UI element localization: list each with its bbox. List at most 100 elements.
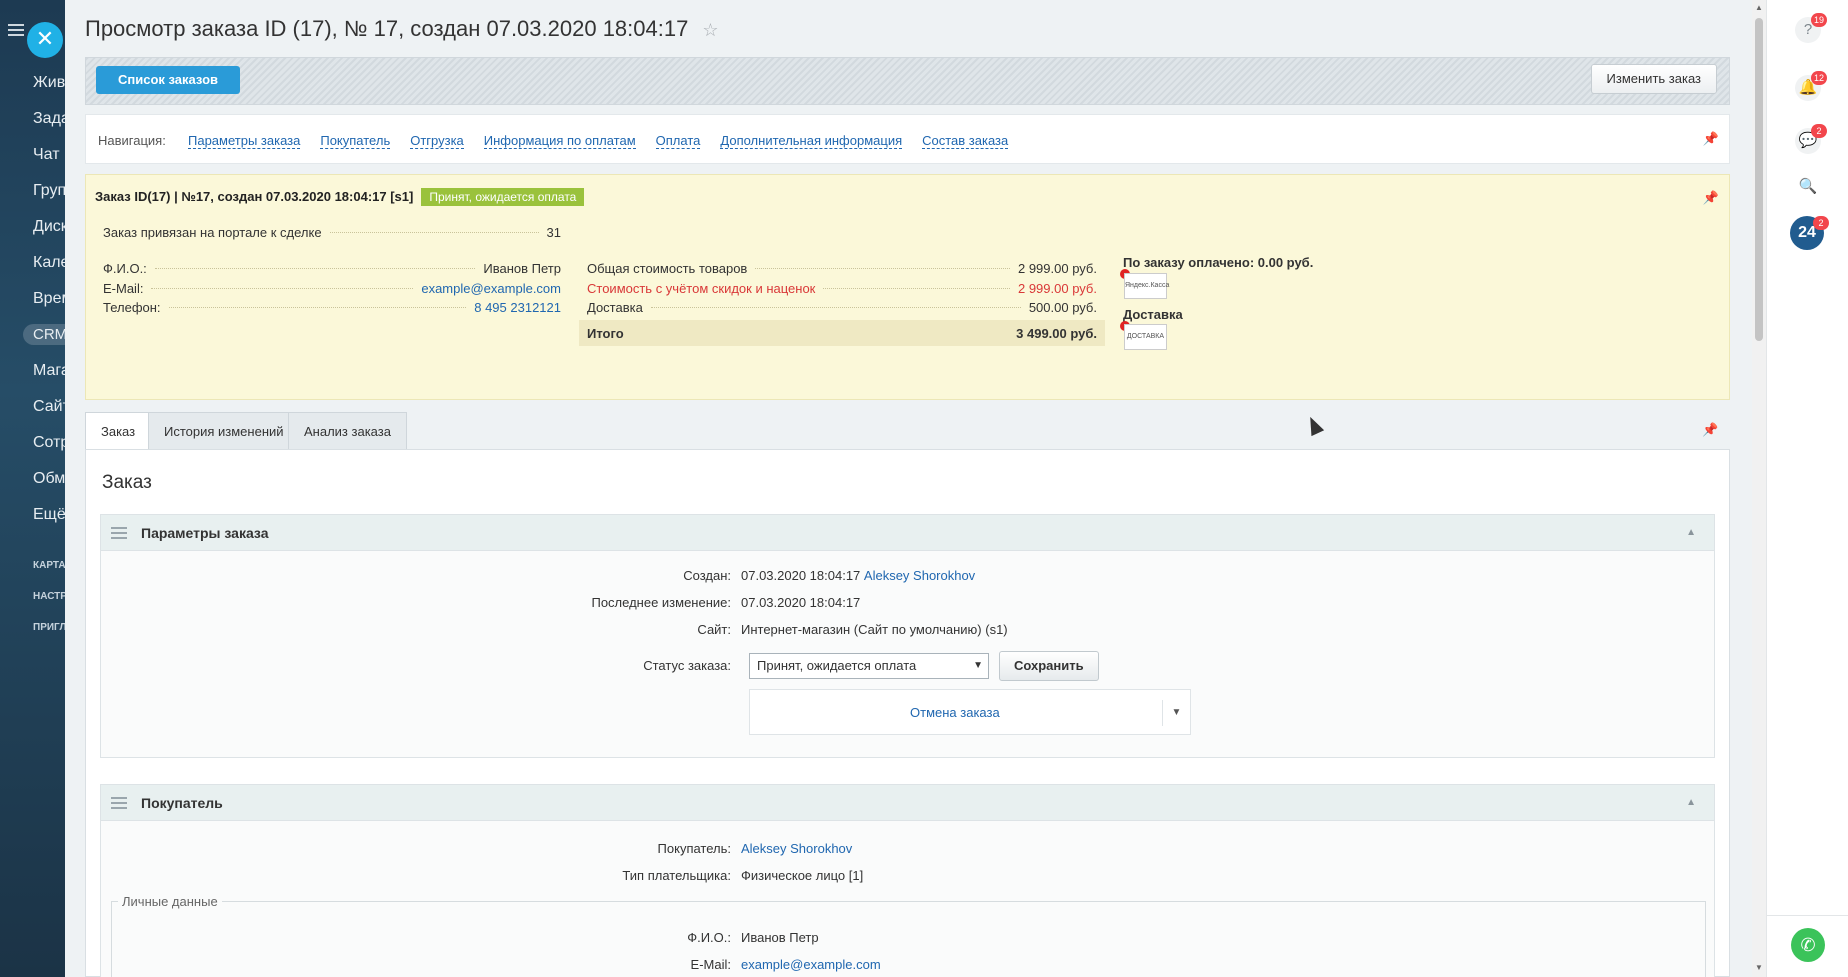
- sidebar-item[interactable]: Мага: [33, 362, 65, 380]
- mouse-cursor-icon: [1303, 413, 1325, 437]
- section-header[interactable]: Покупатель ▲: [101, 785, 1714, 821]
- phone-link[interactable]: 8 495 2312121: [474, 300, 561, 315]
- sidebar-item-more[interactable]: Ещё: [33, 506, 65, 524]
- bitrix24-badge: 2: [1813, 216, 1829, 230]
- nav-link-order-params[interactable]: Параметры заказа: [188, 133, 301, 149]
- tab-history[interactable]: История изменений: [148, 412, 300, 449]
- chevron-down-icon[interactable]: ▼: [1162, 700, 1190, 726]
- scroll-down-icon[interactable]: ▼: [1755, 963, 1763, 972]
- created-user-link[interactable]: Aleksey Shorokhov: [864, 568, 975, 583]
- sidebar-item[interactable]: Кале: [33, 254, 65, 272]
- section-header[interactable]: Параметры заказа ▲: [101, 515, 1714, 551]
- tab-order[interactable]: Заказ: [85, 412, 152, 450]
- close-slider-button[interactable]: ✕: [27, 22, 63, 58]
- order-summary: Заказ ID(17) | №17, создан 07.03.2020 18…: [85, 174, 1730, 400]
- buyer-email-label: E-Mail:: [690, 957, 731, 972]
- buyer-fio-label: Ф.И.О.:: [687, 930, 731, 945]
- drag-handle-icon[interactable]: [111, 527, 127, 542]
- created-value: 07.03.2020 18:04:17: [741, 568, 861, 583]
- total-value: 3 499.00 руб.: [1016, 326, 1097, 341]
- page-title-text: Просмотр заказа ID (17), № 17, создан 07…: [85, 16, 689, 41]
- email-row: E-Mail: example@example.com: [103, 281, 561, 296]
- created-label: Создан:: [683, 568, 731, 583]
- email-link[interactable]: example@example.com: [421, 281, 561, 296]
- sidebar-item[interactable]: Обм: [33, 470, 65, 488]
- content-heading: Заказ: [102, 472, 152, 493]
- modified-label: Последнее изменение:: [591, 595, 731, 610]
- sidebar-link[interactable]: КАРТА: [33, 560, 65, 571]
- sidebar-item[interactable]: Жив: [33, 74, 65, 92]
- scroll-up-icon[interactable]: ▲: [1755, 3, 1763, 12]
- payer-type-row: Тип плательщика: Физическое лицо [1]: [101, 868, 863, 883]
- buyer-email-link[interactable]: example@example.com: [741, 957, 881, 972]
- star-icon[interactable]: ☆: [702, 20, 718, 40]
- sidebar-link[interactable]: НАСТР: [33, 591, 65, 602]
- edit-order-button[interactable]: Изменить заказ: [1590, 64, 1717, 94]
- tab-content: Заказ Параметры заказа ▲ Создан: 07.03.2…: [85, 449, 1730, 977]
- status-badge: Принят, ожидается оплата: [421, 188, 585, 206]
- total-row: Итого 3 499.00 руб.: [579, 320, 1105, 346]
- delivery-row: Доставка 500.00 руб.: [587, 300, 1097, 315]
- section-title: Покупатель: [141, 795, 223, 811]
- site-label: Сайт:: [697, 622, 731, 637]
- main-panel: Просмотр заказа ID (17), № 17, создан 07…: [65, 0, 1752, 977]
- status-select[interactable]: Принят, ожидается оплата ▼: [749, 653, 989, 679]
- collapse-icon[interactable]: ▲: [1686, 527, 1696, 538]
- goods-value: 2 999.00 руб.: [1017, 261, 1097, 276]
- pin-icon[interactable]: 📌: [1703, 131, 1719, 147]
- discount-value: 2 999.00 руб.: [1017, 281, 1097, 296]
- cancel-order-box: Отмена заказа ▼: [749, 689, 1191, 735]
- toolbar: Список заказов Изменить заказ: [85, 57, 1730, 105]
- delivery-label: Доставка: [587, 300, 643, 315]
- status-select-value: Принят, ожидается оплата: [757, 658, 917, 673]
- nav-link-additional[interactable]: Дополнительная информация: [720, 133, 903, 149]
- email-label: E-Mail:: [103, 281, 144, 296]
- sidebar-item[interactable]: Сотр: [33, 434, 65, 452]
- buyer-fio-value: Иванов Петр: [741, 930, 819, 945]
- buyer-link[interactable]: Aleksey Shorokhov: [741, 841, 852, 856]
- sidebar-item[interactable]: Чат: [33, 146, 60, 164]
- goods-row: Общая стоимость товаров 2 999.00 руб.: [587, 261, 1097, 276]
- nav-link-payment-info[interactable]: Информация по оплатам: [483, 133, 636, 149]
- scrollbar[interactable]: ▲ ▼: [1752, 0, 1766, 977]
- cancel-order-link[interactable]: Отмена заказа: [910, 705, 1000, 720]
- phone-label: Телефон:: [103, 300, 161, 315]
- menu-icon[interactable]: [8, 24, 24, 39]
- sidebar-item[interactable]: Груп: [33, 182, 65, 200]
- sidebar-link[interactable]: ПРИГЛ: [33, 622, 65, 633]
- sidebar-item[interactable]: Сайт: [33, 398, 65, 416]
- deal-value: 31: [546, 225, 561, 240]
- nav-link-buyer[interactable]: Покупатель: [320, 133, 391, 149]
- tab-analysis[interactable]: Анализ заказа: [288, 412, 407, 449]
- pin-icon[interactable]: 📌: [1703, 190, 1719, 206]
- phone-icon[interactable]: ✆: [1791, 928, 1825, 962]
- nav-link-shipment[interactable]: Отгрузка: [410, 133, 464, 149]
- sidebar-item[interactable]: Диск: [33, 218, 65, 236]
- modified-row: Последнее изменение: 07.03.2020 18:04:17: [101, 595, 860, 610]
- order-list-button[interactable]: Список заказов: [96, 66, 241, 94]
- pin-icon[interactable]: 📌: [1702, 422, 1718, 438]
- paid-amount: По заказу оплачено: 0.00 руб.: [1123, 255, 1314, 270]
- save-status-button[interactable]: Сохранить: [999, 651, 1099, 681]
- search-icon[interactable]: 🔍: [1795, 174, 1821, 200]
- collapse-icon[interactable]: ▲: [1686, 797, 1696, 808]
- scrollbar-thumb[interactable]: [1755, 18, 1763, 341]
- sidebar-item[interactable]: Зада: [33, 110, 65, 128]
- navigation-label: Навигация:: [98, 133, 166, 148]
- created-row: Создан: 07.03.2020 18:04:17 Aleksey Shor…: [101, 568, 975, 583]
- delivery-service-logo[interactable]: ДОСТАВКА: [1124, 324, 1167, 350]
- deal-row: Заказ привязан на портале к сделке 31: [103, 225, 561, 240]
- right-rail: ? 19 🔔 12 💬 2 🔍 24 2 ✆: [1766, 0, 1848, 977]
- buyer-section: Покупатель ▲ Покупатель: Aleksey Shorokh…: [100, 784, 1715, 977]
- status-label: Статус заказа:: [643, 658, 731, 673]
- sidebar-item-crm[interactable]: CRM: [23, 324, 65, 345]
- payment-system-logo[interactable]: Яндекс.Касса: [1124, 273, 1169, 299]
- status-row: Статус заказа:: [101, 658, 741, 673]
- nav-link-payment[interactable]: Оплата: [655, 133, 701, 149]
- nav-link-order-items[interactable]: Состав заказа: [922, 133, 1009, 149]
- notifications-badge: 12: [1811, 71, 1828, 85]
- summary-header: Заказ ID(17) | №17, создан 07.03.2020 18…: [95, 188, 585, 206]
- buyer-email-row: E-Mail: example@example.com: [101, 957, 881, 972]
- drag-handle-icon[interactable]: [111, 797, 127, 812]
- sidebar-item[interactable]: Врем: [33, 290, 65, 308]
